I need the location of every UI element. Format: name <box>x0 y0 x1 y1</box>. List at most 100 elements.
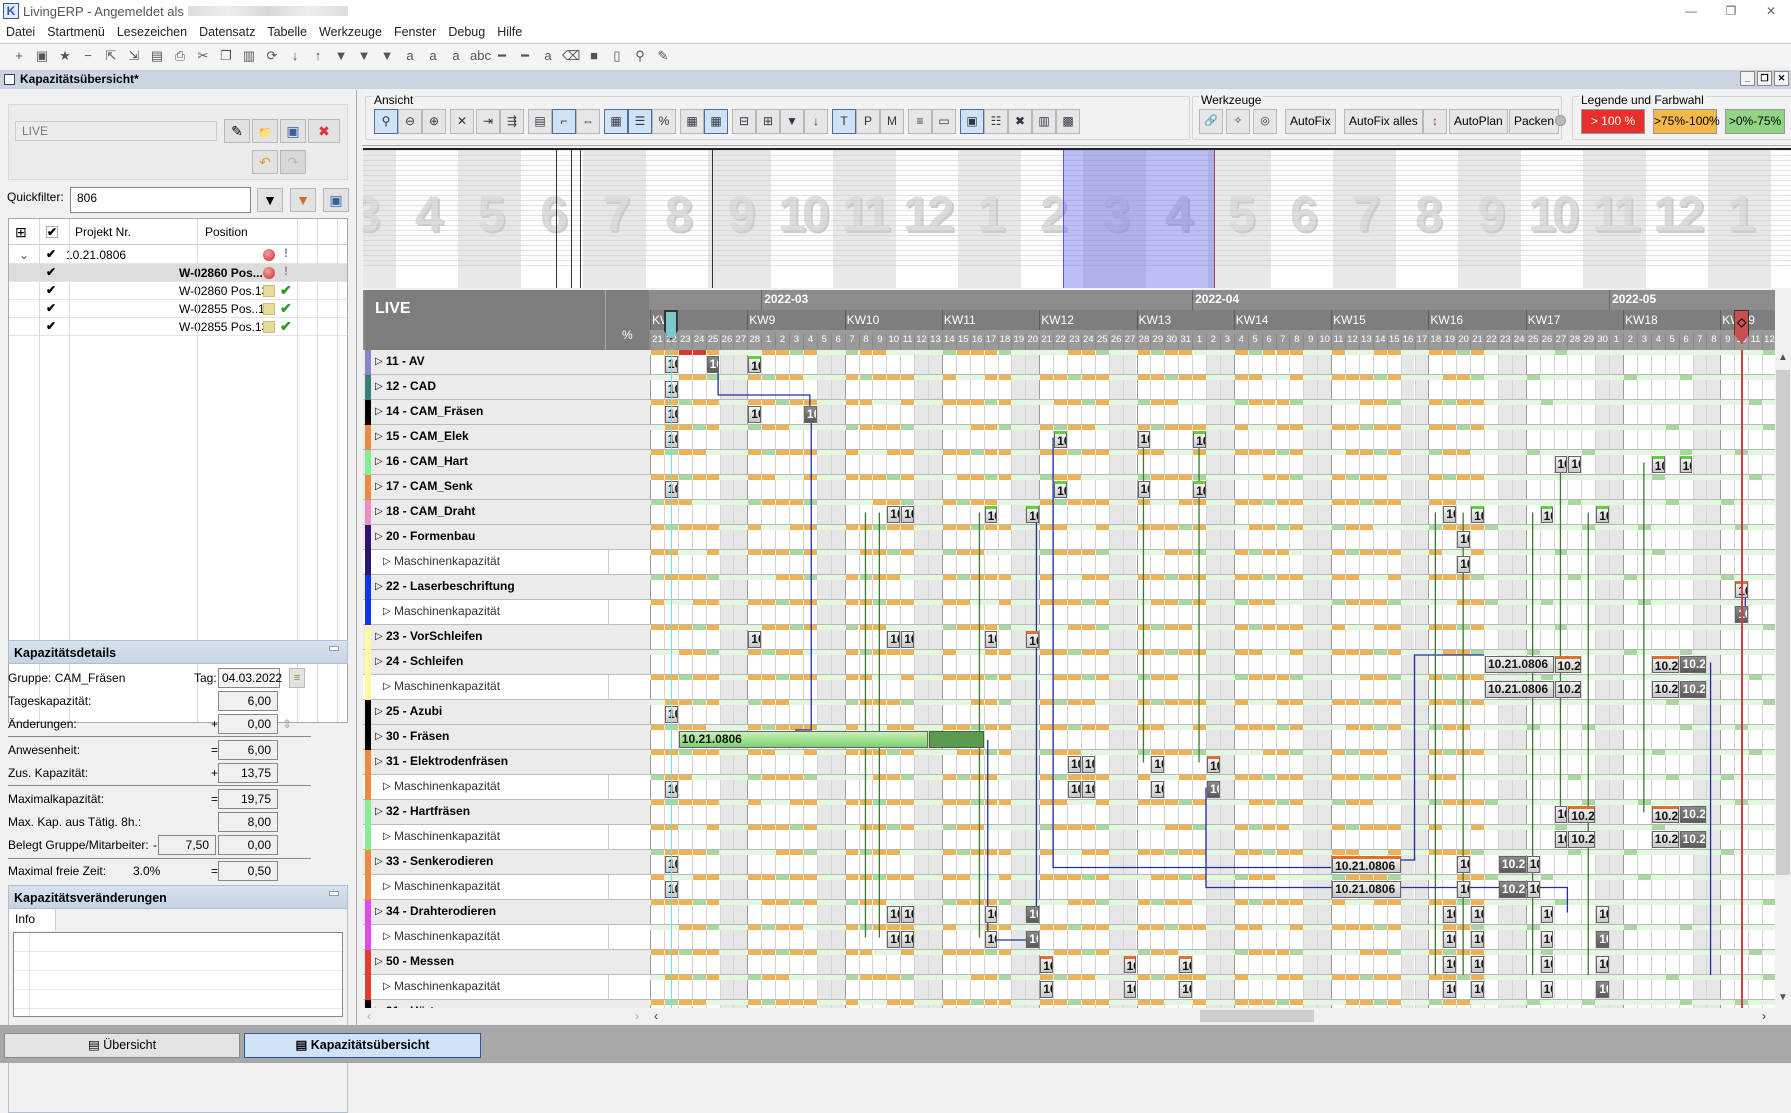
task-bar[interactable]: 10.2 <box>1652 681 1679 698</box>
paste-icon[interactable]: ▥ <box>240 47 258 65</box>
list-view-icon[interactable]: ☷ <box>984 109 1008 134</box>
resource-row-group[interactable]: ▷18 - CAM_Draht <box>363 500 650 525</box>
cross-icon[interactable]: ✖ <box>1008 109 1032 134</box>
clipboard-icon[interactable]: ▯ <box>608 47 626 65</box>
task-bar[interactable]: 10.21.0806 <box>985 631 998 648</box>
task-bar[interactable]: 10.21.0806 <box>1443 506 1456 523</box>
task-bar[interactable]: 10.21.0806 <box>1680 456 1693 473</box>
task-bar[interactable]: 10.21.0806 <box>1541 956 1554 973</box>
expand-arrow-icon[interactable]: ▷ <box>375 431 383 442</box>
task-bar[interactable]: 10.21.0806 <box>1207 781 1220 798</box>
resource-row-machine-capacity[interactable]: ▷Maschinenkapazität <box>363 925 650 950</box>
task-bar[interactable]: 10.21.0806 <box>748 406 761 423</box>
plus-icon[interactable]: + <box>10 47 28 65</box>
resize-icon[interactable]: ↕ <box>1423 109 1447 134</box>
new-profile-button[interactable]: ✎ <box>224 119 250 143</box>
column-width-icon[interactable]: ⇔ <box>576 109 600 134</box>
bar-chart-icon[interactable]: ▥ <box>1032 109 1056 134</box>
task-bar[interactable]: 10.21.0806 <box>1457 556 1470 573</box>
resource-row-group[interactable]: ▷22 - Laserbeschriftung <box>363 575 650 600</box>
save-profile-button[interactable]: ▣ <box>280 119 306 143</box>
task-bar[interactable]: 10.21.0806 <box>901 931 914 948</box>
line-style-icon[interactable]: ━ <box>516 47 534 65</box>
resource-row-group[interactable]: ▷17 - CAM_Senk <box>363 475 650 500</box>
import-icon[interactable]: ⇲ <box>125 47 143 65</box>
copy-icon[interactable]: ❐ <box>217 47 235 65</box>
undo-button[interactable]: ↶ <box>252 150 278 174</box>
task-bar[interactable]: 10.21.0806 <box>1068 781 1081 798</box>
filter-clear-icon[interactable]: ▼ <box>378 47 396 65</box>
resource-row-group[interactable]: ▷14 - CAM_Fräsen <box>363 400 650 425</box>
window-icon[interactable]: ▭ <box>932 109 956 134</box>
doc-restore-button[interactable]: ❐ <box>1757 71 1772 86</box>
clear-filter-button[interactable]: ▼ <box>290 188 316 212</box>
scroll-thumb[interactable] <box>1776 370 1790 875</box>
list-icon[interactable]: ▤ <box>148 47 166 65</box>
expand-arrow-icon[interactable]: ▷ <box>375 631 383 642</box>
maximize-button[interactable]: ❐ <box>1711 0 1751 22</box>
task-bar[interactable]: 10.21.0806 <box>1596 506 1609 523</box>
sort-icon[interactable]: ↓ <box>804 109 828 134</box>
collapse-icon[interactable] <box>329 646 339 651</box>
task-bar[interactable]: 10.21.0806 <box>985 506 998 523</box>
task-bar[interactable]: 10.21.0806 <box>1541 506 1554 523</box>
expand-arrow-icon[interactable]: ▷ <box>375 731 383 742</box>
sort-desc-icon[interactable]: ↑ <box>309 47 327 65</box>
task-bar[interactable]: 10.2 <box>1680 656 1707 673</box>
dependency-icon[interactable]: ⌐ <box>552 109 576 134</box>
detail-value[interactable]: 8,00 <box>218 812 278 832</box>
column-header-project[interactable]: Projekt Nr. <box>75 223 131 241</box>
expand-arrow-icon[interactable]: ▷ <box>383 556 391 567</box>
resource-row-machine-capacity[interactable]: ▷Maschinenkapazität <box>363 875 650 900</box>
minimize-button[interactable]: — <box>1671 0 1711 22</box>
resource-row-group[interactable]: ▷31 - Elektrodenfräsen <box>363 750 650 775</box>
expand-arrow-icon[interactable]: ▷ <box>375 356 383 367</box>
task-bar[interactable]: 10.21.0806 <box>1124 981 1137 998</box>
resource-row-machine-capacity[interactable]: ▷Maschinenkapazität <box>363 600 650 625</box>
task-bar[interactable]: 10.21.0806 <box>1138 431 1151 448</box>
view-P-button[interactable]: P <box>856 109 880 134</box>
zoom-fit-icon[interactable]: ⚲ <box>374 109 398 134</box>
profile-input[interactable]: LIVE <box>15 121 217 141</box>
task-bar[interactable]: 10.21.0806 <box>1138 481 1151 498</box>
expand-arrow-icon[interactable]: ▷ <box>375 506 383 517</box>
tag-date-input[interactable]: 04.03.2022 <box>218 668 280 688</box>
task-bar[interactable]: 10.21.0806 <box>748 356 761 373</box>
task-bar[interactable]: 10.2 <box>1652 831 1679 848</box>
expand-arrow-icon[interactable]: ▷ <box>383 881 391 892</box>
apply-filter-button[interactable]: ▼ <box>257 188 283 212</box>
task-bar[interactable]: 10.21.0806 <box>1541 981 1554 998</box>
expand-arrow-icon[interactable]: ▷ <box>375 381 383 392</box>
task-bar[interactable]: 10.21.0806 <box>1568 456 1581 473</box>
detail-value[interactable]: 0,00 <box>218 714 278 734</box>
strike-icon[interactable]: abc <box>470 47 488 65</box>
minus-icon[interactable]: − <box>79 47 97 65</box>
detail-value[interactable]: 0,50 <box>218 861 278 881</box>
task-bar[interactable]: 10.21.0806 <box>1068 756 1081 773</box>
task-bar[interactable]: 10.21.0806 <box>1054 431 1067 448</box>
expand-arrow-icon[interactable]: ▷ <box>375 531 383 542</box>
doc-minimize-button[interactable]: _ <box>1740 71 1755 86</box>
resource-row-group[interactable]: ▷91 - Härt <box>363 1000 650 1008</box>
expand-arrow-icon[interactable]: ▷ <box>375 656 383 667</box>
task-bar[interactable]: 10.21.0806 <box>1471 931 1484 948</box>
detail-value[interactable]: 6,00 <box>218 740 278 760</box>
task-bar[interactable]: 10.21.0806 <box>887 506 900 523</box>
expand-arrow-icon[interactable]: ▷ <box>375 906 383 917</box>
zoom-out-icon[interactable]: ⊖ <box>398 109 422 134</box>
task-bar[interactable]: 10.21.0806 <box>1207 756 1220 773</box>
calendar-list-button[interactable]: ≡ <box>289 668 305 688</box>
resource-row-group[interactable]: ▷23 - VorSchleifen <box>363 625 650 650</box>
task-bar[interactable]: 10.21.0806 <box>1485 656 1554 673</box>
menu-werkzeuge[interactable]: Werkzeuge <box>319 25 382 39</box>
close-button[interactable]: ✕ <box>1751 0 1791 22</box>
resource-row-machine-capacity[interactable]: ▷Maschinenkapazität <box>363 775 650 800</box>
resource-row-group[interactable]: ▷50 - Messen <box>363 950 650 975</box>
resource-row-group[interactable]: ▷12 - CAD <box>363 375 650 400</box>
task-bar[interactable]: 10.21.0806 <box>1443 956 1456 973</box>
goto-icon[interactable]: ⇥ <box>476 109 500 134</box>
resource-row-group[interactable]: ▷11 - AV <box>363 350 650 375</box>
view-T-button[interactable]: T <box>832 109 856 134</box>
task-bar[interactable]: 10.21.0806 <box>887 631 900 648</box>
resource-row-group[interactable]: ▷30 - Fräsen <box>363 725 650 750</box>
